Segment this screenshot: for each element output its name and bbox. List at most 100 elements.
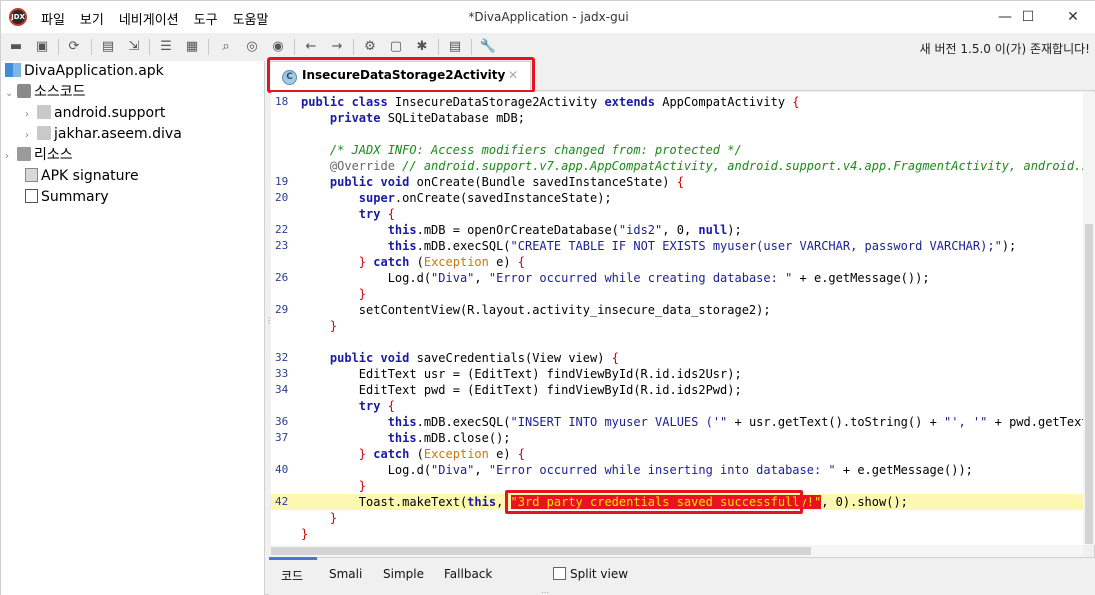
code-text: @Override // android.support.v7.app.AppC… xyxy=(301,158,1083,174)
scroll-thumb[interactable] xyxy=(271,547,811,555)
line-number: 37 xyxy=(275,431,289,444)
tab-code[interactable]: 코드 xyxy=(281,567,303,584)
signature-icon xyxy=(25,168,38,182)
window-title: *DivaApplication - jadx-gui xyxy=(468,10,629,24)
flatten-packages-icon[interactable]: ▦ xyxy=(183,38,201,56)
code-token: { xyxy=(387,399,395,413)
code-token: } xyxy=(329,511,338,525)
folder-icon xyxy=(37,126,51,140)
code-token: .onCreate(savedInstanceState); xyxy=(394,191,612,205)
code-text: this.mDB.execSQL("CREATE TABLE IF NOT EX… xyxy=(301,238,1017,254)
code-token: @Override xyxy=(329,159,403,173)
project-tree: DivaApplication.apk ⌄ 소스코드 › android.suppo… xyxy=(1,61,265,595)
code-token: ( xyxy=(416,255,424,269)
code-line: 32 public void saveCredentials(View view… xyxy=(271,350,1083,366)
code-line: /* JADX INFO: Access modifiers changed f… xyxy=(271,142,1083,158)
chevron-down-icon[interactable]: ⌄ xyxy=(5,84,17,104)
line-number: 36 xyxy=(275,415,289,428)
code-token: { xyxy=(387,207,395,221)
code-token: "Diva" xyxy=(431,463,475,477)
sync-tree-icon[interactable]: ☰ xyxy=(157,38,175,56)
deobfuscation-icon[interactable]: ⚙ xyxy=(361,38,379,56)
code-token: { xyxy=(676,175,684,189)
save-icon[interactable]: ▤ xyxy=(99,38,117,56)
forward-icon[interactable]: → xyxy=(328,38,346,56)
horizontal-scrollbar[interactable] xyxy=(271,545,1083,557)
line-number: 33 xyxy=(275,367,289,380)
reload-icon[interactable]: ⟳ xyxy=(65,38,83,56)
debug-icon[interactable]: ✱ xyxy=(413,38,431,56)
code-token: , 0).show(); xyxy=(821,495,908,509)
tree-item-sources[interactable]: ⌄ 소스코드 xyxy=(5,82,86,102)
export-icon[interactable]: ⇲ xyxy=(125,38,143,56)
code-token: } xyxy=(358,479,367,493)
tab-simple[interactable]: Simple xyxy=(383,567,424,581)
maximize-button[interactable]: ☐ xyxy=(1005,1,1051,33)
tab-fallback[interactable]: Fallback xyxy=(444,567,492,581)
preferences-icon[interactable]: 🔧 xyxy=(479,38,497,56)
back-icon[interactable]: ← xyxy=(302,38,320,56)
tree-item-android-support[interactable]: › android.support xyxy=(25,103,165,123)
log-icon[interactable]: ▤ xyxy=(446,38,464,56)
find-usage-icon[interactable]: ◉ xyxy=(269,38,287,56)
line-number: 29 xyxy=(275,303,289,316)
open-file-icon[interactable]: ▬ xyxy=(7,38,25,56)
code-token: + e.getMessage()); xyxy=(835,463,973,477)
tree-item-apk-signature[interactable]: APK signature xyxy=(25,166,139,186)
code-token: } xyxy=(301,527,309,541)
code-token: public class xyxy=(301,95,395,109)
code-line: 33 EditText usr = (EditText) findViewByI… xyxy=(271,366,1083,382)
chevron-right-icon[interactable]: › xyxy=(5,147,17,167)
code-text: super.onCreate(savedInstanceState); xyxy=(301,190,612,206)
code-text: this.mDB.execSQL("INSERT INTO myuser VAL… xyxy=(301,414,1083,430)
tree-item-resources[interactable]: › 리소스 xyxy=(5,145,73,165)
update-notice[interactable]: 새 버전 1.5.0 이(가) 존재합니다! xyxy=(920,40,1090,57)
code-token: .mDB.close(); xyxy=(416,431,511,445)
add-files-icon[interactable]: ▣ xyxy=(33,38,51,56)
line-number: 26 xyxy=(275,271,289,284)
code-token: null xyxy=(698,223,728,237)
tab-smali[interactable]: Smali xyxy=(329,567,362,581)
code-token: this xyxy=(387,415,417,429)
vertical-scrollbar[interactable] xyxy=(1083,92,1095,545)
quark-icon[interactable]: ▢ xyxy=(387,38,405,56)
code-token: { xyxy=(792,95,800,109)
code-line: @Override // android.support.v7.app.AppC… xyxy=(271,158,1083,174)
split-view-checkbox[interactable] xyxy=(553,567,566,580)
scroll-thumb[interactable] xyxy=(1085,224,1093,544)
tree-item-jakhar-aseem-diva[interactable]: › jakhar.aseem.diva xyxy=(25,124,182,144)
chevron-right-icon[interactable]: › xyxy=(25,105,37,125)
code-token: catch xyxy=(373,447,417,461)
code-line: } catch (Exception e) { xyxy=(271,446,1083,462)
code-text: } xyxy=(301,318,337,334)
tree-item-summary[interactable]: Summary xyxy=(25,187,109,207)
code-token: Log.d( xyxy=(301,463,432,477)
code-line: 22 this.mDB = openOrCreateDatabase("ids2… xyxy=(271,222,1083,238)
summary-icon xyxy=(25,189,38,203)
code-text: public void onCreate(Bundle savedInstanc… xyxy=(301,174,684,190)
line-number: 42 xyxy=(275,495,289,508)
code-token: e) xyxy=(488,447,518,461)
find-class-icon[interactable]: ◎ xyxy=(243,38,261,56)
code-line: } xyxy=(271,318,1083,334)
search-icon[interactable]: ⌕ xyxy=(217,38,235,56)
tree-item-apk[interactable]: DivaApplication.apk xyxy=(5,61,164,81)
code-line: } xyxy=(271,526,1083,542)
code-token: "Error occurred while inserting into dat… xyxy=(488,463,836,477)
chevron-right-icon[interactable]: › xyxy=(25,126,37,146)
code-token: EditText usr = (EditText) findViewById(R… xyxy=(301,367,742,381)
line-number: 18 xyxy=(275,95,289,108)
code-token: saveCredentials(View view) xyxy=(416,351,612,365)
code-token: } xyxy=(358,255,374,269)
close-window-button[interactable]: ✕ xyxy=(1050,1,1095,33)
code-editor[interactable]: 18 public class InsecureDataStorage2Activ… xyxy=(271,92,1083,545)
resize-grip[interactable]: ⋯ xyxy=(541,588,549,595)
code-token: } xyxy=(358,447,374,461)
panel-splitter-handle[interactable]: ⋮ xyxy=(265,316,273,330)
code-token: Toast.makeText( xyxy=(301,495,468,509)
